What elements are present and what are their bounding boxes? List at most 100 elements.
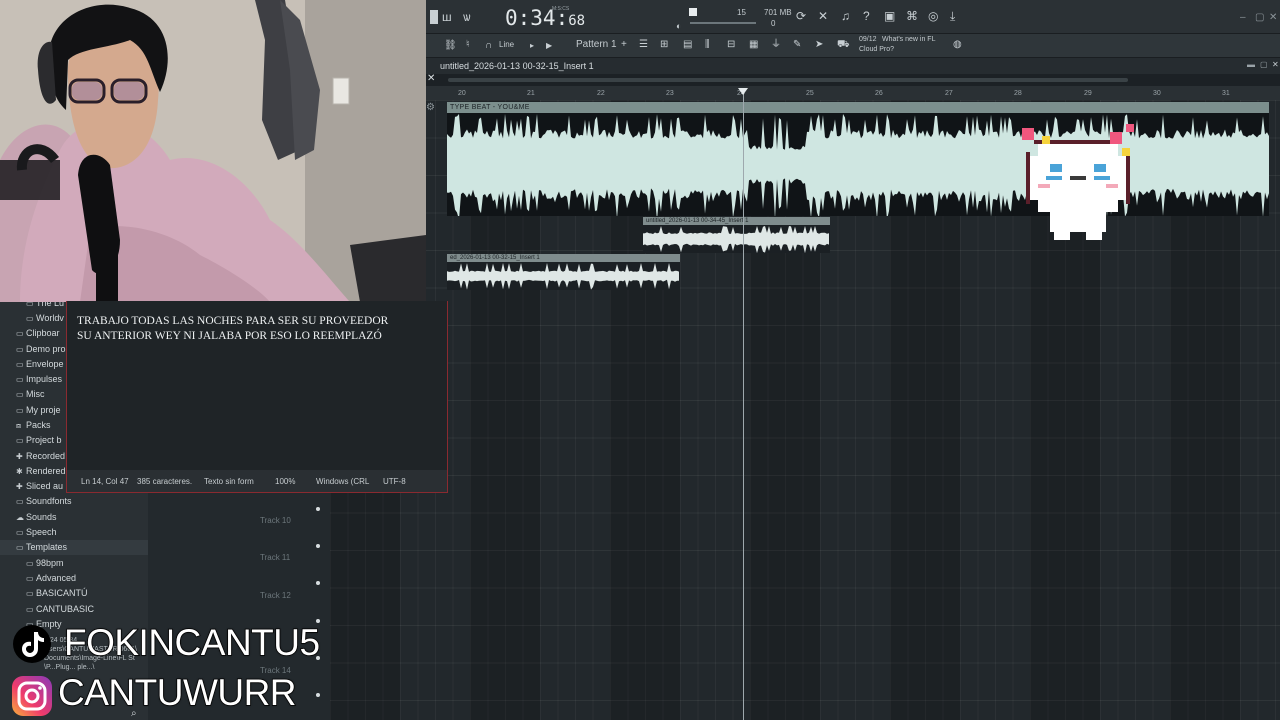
metronome-icon[interactable]: ♮ [466,39,470,51]
track-mute-dot[interactable] [316,544,320,548]
track-label[interactable]: Track 12 [260,591,291,600]
snap-select[interactable]: Line [499,40,514,49]
memory-value: 701 MB [764,8,792,17]
cpu-value: 0 [771,19,776,28]
playlist-max-icon[interactable]: ▢ [1260,60,1268,69]
cart-icon[interactable]: ⛟ [837,39,850,51]
folder-icon: ▭ [16,528,24,537]
brush-icon[interactable]: ✎ [793,39,801,51]
news-text-2[interactable]: Cloud Pro? [859,46,894,53]
browser-item[interactable]: ▭ My proje [16,403,61,418]
time-format-label: M:S:CS [552,6,570,12]
pattern-select[interactable]: Pattern 1 [576,39,617,50]
refresh-icon[interactable]: ⟳ [796,10,806,22]
browser-item[interactable]: ▭ Impulses [16,372,62,387]
browser-item[interactable]: ✱ Rendered [16,464,66,479]
song-time[interactable]: 0:34:68 [505,6,585,30]
wave-icon[interactable]: ш [442,11,452,23]
browser-item-selected[interactable]: ▭ Templates [0,540,148,555]
chat-icon[interactable]: ◎ [928,10,938,22]
link-icon[interactable]: ⛓ [444,40,457,52]
browser-item[interactable]: ▭ Clipboar [16,326,60,341]
browser-item[interactable]: ⧈ Packs [16,418,51,433]
ruler-bar: 22 [597,90,605,97]
browser-item[interactable]: ☁ Sounds [16,510,57,525]
piano-roll-icon[interactable]: ⊞ [660,39,668,51]
folder-icon: ▭ [16,497,24,506]
microphone-icon[interactable]: ♫ [841,10,850,22]
folder-icon: ▭ [26,589,34,598]
playhead-line[interactable] [743,92,744,720]
stop-square-icon[interactable] [689,8,697,16]
track-label[interactable]: Track 10 [260,516,291,525]
timeline-ruler[interactable]: 20 21 22 23 24 25 26 27 28 29 30 31 [426,86,1280,100]
notepad-text-area[interactable]: TRABAJO TODAS LAS NOCHES PARA SER SU PRO… [77,314,437,344]
mixer-icon[interactable]: ⫼ [705,39,710,51]
master-volume-slider[interactable] [690,22,756,24]
search-icon[interactable]: ⌕ [131,708,137,719]
browser-icon[interactable]: ⊟ [727,39,735,51]
playlist-icon[interactable]: ☰ [639,39,648,51]
cursor-position: Ln 14, Col 47 [81,477,129,486]
horizontal-scrollbar[interactable] [448,78,1128,82]
snap-wave-icon[interactable]: ѡ [463,11,471,23]
download-icon[interactable]: ⤓ [950,10,955,22]
playlist-close-icon[interactable]: ✕ [1272,60,1279,69]
plug-icon[interactable]: ⏚ [771,39,781,51]
maximize-icon[interactable]: ▢ [1255,12,1264,23]
playhead-marker[interactable] [738,88,748,95]
track-mute-dot[interactable] [316,693,320,697]
track-mute-dot[interactable] [316,581,320,585]
browser-item[interactable]: ✚ Recorded [16,449,65,464]
ruler-bar: 21 [527,90,535,97]
tempo-knob-icon[interactable]: ◐ [676,20,681,32]
news-text-1[interactable]: What's new in FL [882,36,935,43]
playlist-min-icon[interactable]: ▬ [1247,60,1255,69]
menu-strip[interactable] [430,10,438,24]
zoom-level[interactable]: 100% [275,477,295,486]
notepad-window: TRABAJO TODAS LAS NOCHES PARA SER SU PRO… [66,301,448,493]
minimize-icon[interactable]: – [1240,12,1246,23]
plugin-icon[interactable]: ⌘ [906,10,918,22]
browser-item[interactable]: ▭ Envelope [16,357,64,372]
browser-item[interactable]: ▭ Misc [16,387,45,402]
audio-clip-b[interactable]: ed_2026-01-13 00-32-15_Insert 1 [447,254,680,290]
browser-item[interactable]: ▭ 98bpm [26,556,64,571]
browser-item[interactable]: ✚ Sliced au [16,479,63,494]
pixel-mascot-sticker [1022,124,1134,240]
browser-item[interactable]: ▭ BASICANTÚ [26,586,88,601]
browser-item[interactable]: ▭ Soundfonts [16,494,72,509]
folder-icon: ▭ [16,436,24,445]
tiktok-handle: FOKINCANTU5 [63,621,321,664]
snap-arrow-icon[interactable]: ▸ [530,40,534,52]
magnet-icon[interactable]: ∩ [485,40,492,52]
browser-item[interactable]: ▭ Speech [16,525,57,540]
ruler-bar: 25 [806,90,814,97]
audio-clip-a[interactable]: untitled_2026-01-13 00-34-45_Insert 1 [643,217,830,254]
browser-item[interactable]: ▭ Advanced [26,571,76,586]
play-arrow-icon[interactable]: ▶ [546,40,552,52]
audio-clip-a-waveform [643,226,829,254]
screen: ш ѡ 0:34:68 M:S:CS ◐ 15 701 MB 0 ⟳ ✕ ♫ ?… [0,0,1280,720]
browser-item[interactable]: ▭ CANTUBASIC [26,602,94,617]
clipboard-icon[interactable]: ▦ [749,39,758,51]
browser-item[interactable]: ▭ Project b [16,433,62,448]
add-pattern-icon[interactable]: + [621,39,627,51]
close-window-icon[interactable]: ✕ [1269,12,1277,23]
send-icon[interactable]: ➤ [815,39,823,51]
save-icon[interactable]: ▣ [884,10,895,22]
close-x-icon[interactable]: ✕ [818,10,828,22]
browser-item[interactable]: ▭ Worldv [26,311,64,326]
track-mute-dot[interactable] [316,507,320,511]
browser-item[interactable]: ▭ Demo pro [16,342,66,357]
text-format: Texto sin form [204,477,254,486]
track-label[interactable]: Track 11 [260,553,290,562]
audio-clip-main[interactable]: TYPE BEAT - YOU&ME [447,102,1269,220]
gear-icon[interactable]: ⚙ [426,102,435,113]
ruler-bar: 28 [1014,90,1022,97]
globe-icon[interactable]: ◍ [953,39,962,51]
channel-rack-icon[interactable]: ▤ [683,39,692,51]
close-icon[interactable]: ✕ [427,73,435,84]
help-icon[interactable]: ? [863,10,870,22]
packs-icon: ⧈ [16,421,22,430]
